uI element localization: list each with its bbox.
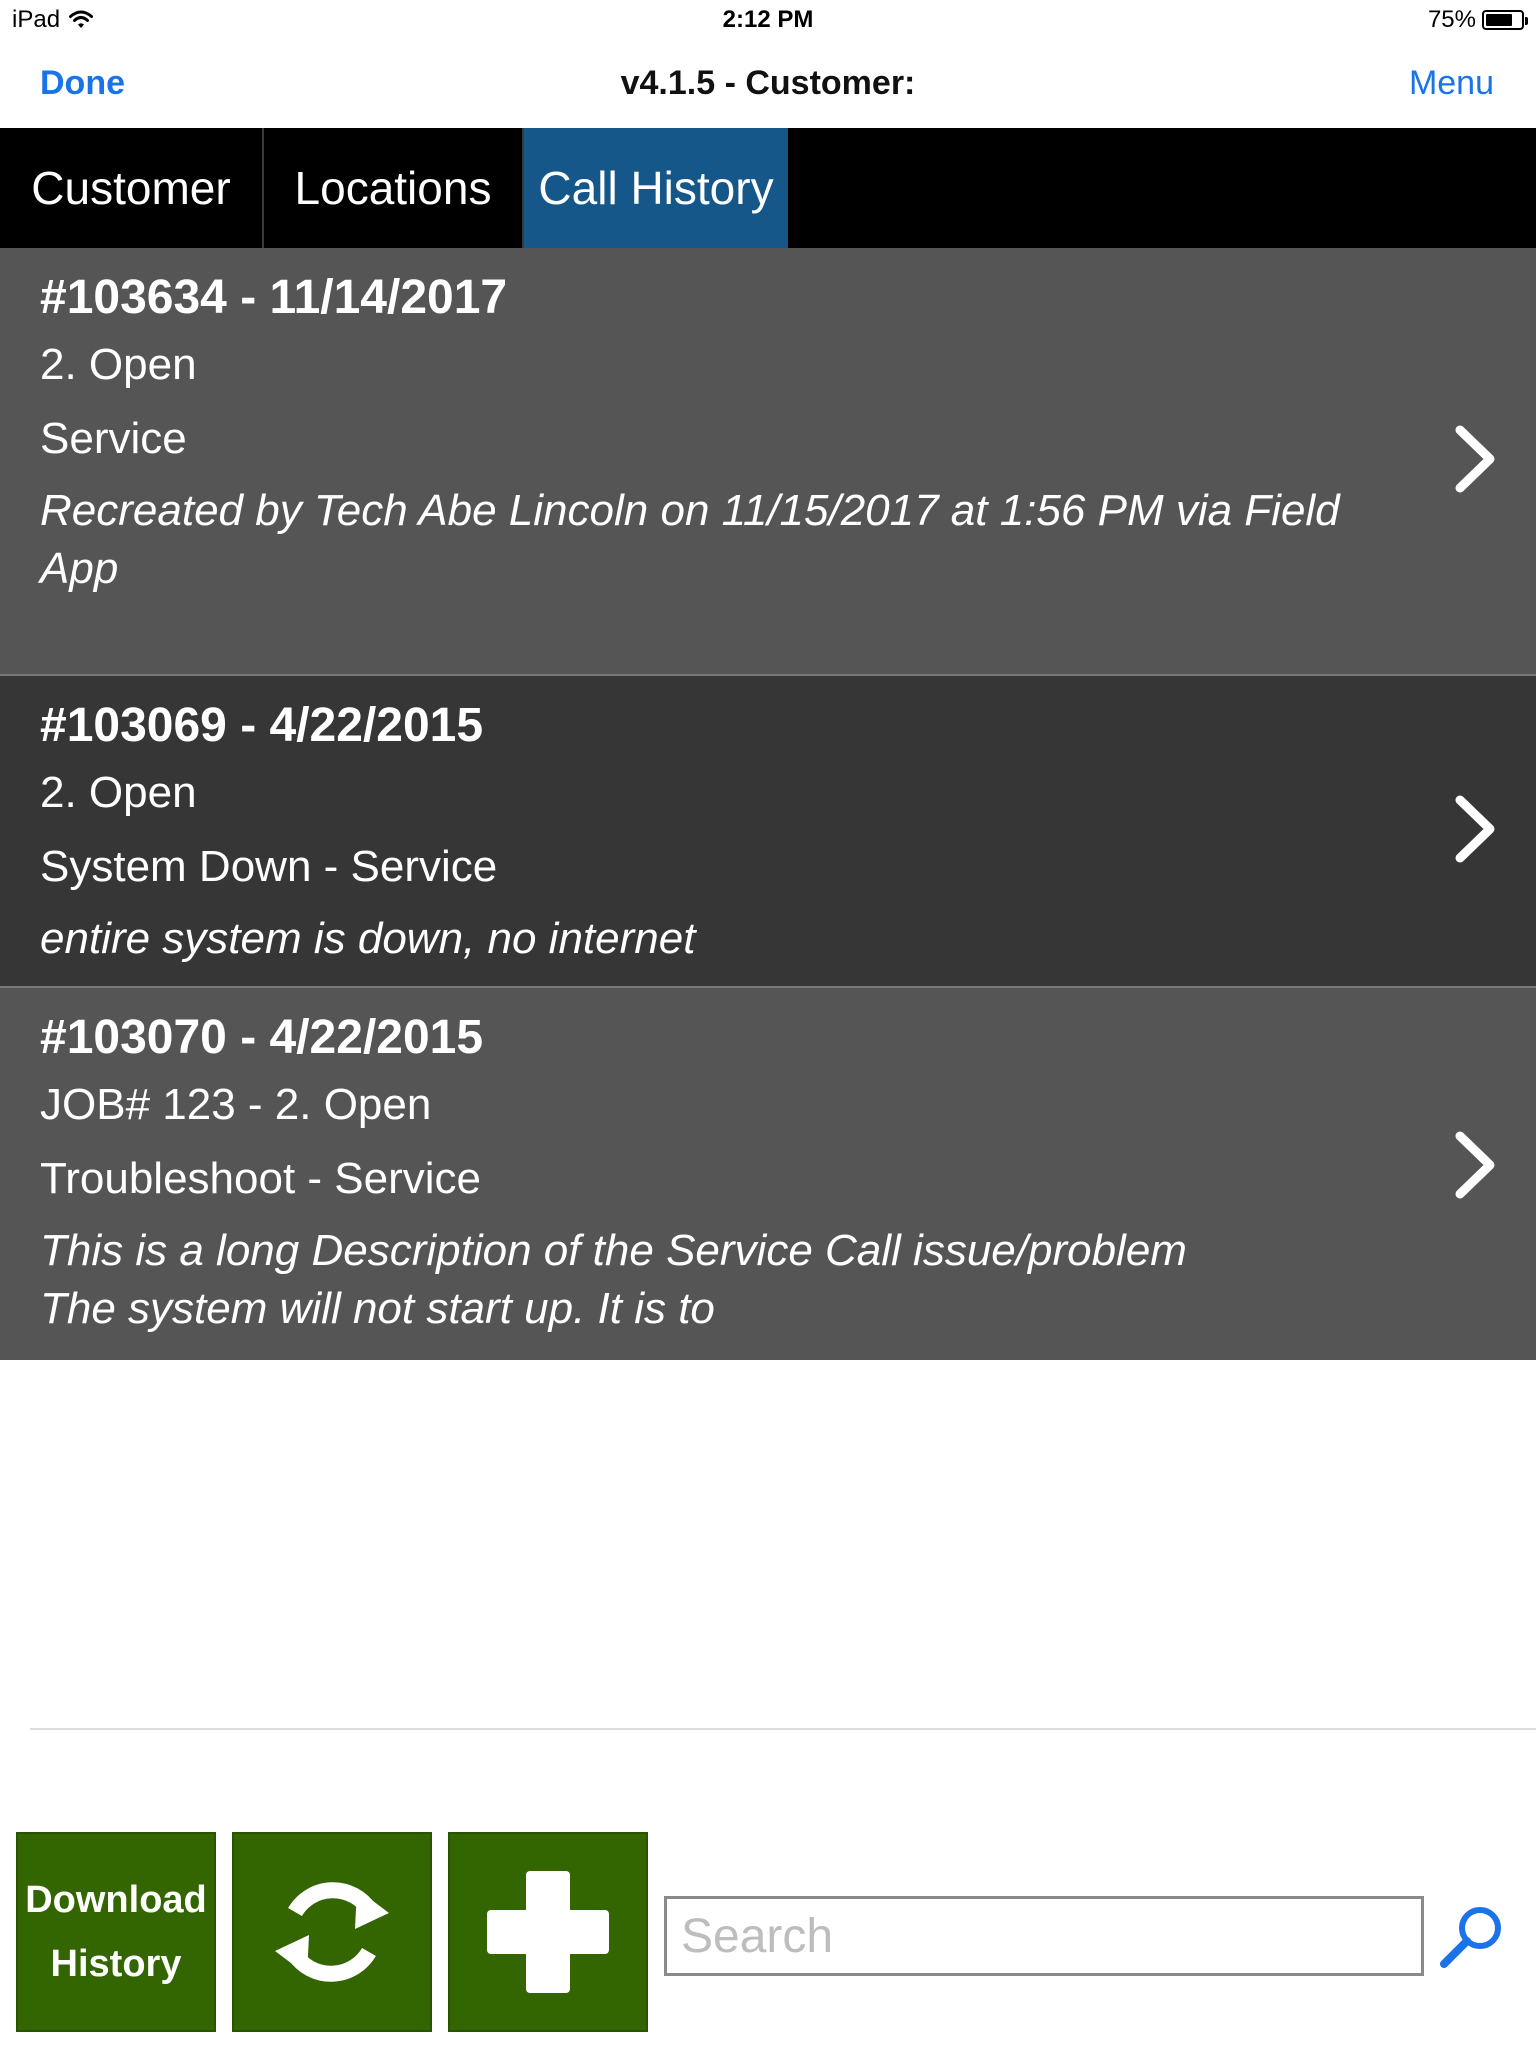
search-icon[interactable]	[1436, 1900, 1508, 1972]
navigation-bar: Done v4.1.5 - Customer: Menu	[0, 40, 1536, 128]
call-type: System Down - Service	[40, 842, 498, 891]
tab-customer[interactable]: Customer	[0, 128, 264, 248]
call-status: 2. Open	[40, 340, 197, 389]
battery-icon	[1482, 10, 1528, 30]
call-title: #103069 - 4/22/2015	[40, 699, 484, 752]
tab-locations[interactable]: Locations	[264, 128, 524, 248]
download-history-label: Download History	[25, 1868, 207, 1996]
call-status: 2. Open	[40, 768, 197, 817]
call-row[interactable]: #103070 - 4/22/2015 JOB# 123 - 2. Open T…	[0, 988, 1536, 1360]
refresh-icon	[275, 1882, 389, 1982]
chevron-right-icon	[1455, 795, 1495, 863]
tab-bar: Customer Locations Call History	[0, 128, 1536, 248]
call-title: #103634 - 11/14/2017	[40, 271, 508, 324]
call-type: Troubleshoot - Service	[40, 1154, 482, 1203]
chevron-right-icon	[1455, 425, 1495, 493]
call-row[interactable]: #103634 - 11/14/2017 2. Open Service Rec…	[0, 248, 1536, 676]
refresh-button[interactable]	[232, 1832, 432, 2032]
status-right: 75%	[1427, 6, 1528, 34]
call-type: Service	[40, 414, 187, 463]
call-history-list: #103634 - 11/14/2017 2. Open Service Rec…	[0, 248, 1536, 1360]
download-label-line2: History	[50, 1943, 182, 1985]
battery-percent: 75%	[1427, 6, 1476, 33]
download-label-line1: Download	[25, 1879, 207, 1921]
call-description: This is a long Description of the Servic…	[40, 1226, 1187, 1333]
page-title: v4.1.5 - Customer:	[620, 64, 916, 102]
add-button[interactable]	[448, 1832, 648, 2032]
bottom-toolbar: Download History	[0, 1830, 1536, 2048]
status-time: 2:12 PM	[722, 6, 814, 33]
battery-fill	[1486, 14, 1512, 26]
chevron-right-icon	[1455, 1131, 1495, 1199]
tab-call-history[interactable]: Call History	[524, 128, 788, 248]
call-description: entire system is down, no internet	[40, 914, 696, 963]
download-history-button[interactable]: Download History	[16, 1832, 216, 2032]
call-status: JOB# 123 - 2. Open	[40, 1080, 432, 1129]
divider	[30, 1728, 1536, 1730]
status-bar: iPad 2:12 PM 75%	[0, 0, 1536, 40]
call-title: #103070 - 4/22/2015	[40, 1011, 484, 1064]
call-description: Recreated by Tech Abe Lincoln on 11/15/2…	[40, 486, 1340, 593]
search-input[interactable]	[664, 1896, 1424, 1976]
call-row[interactable]: #103069 - 4/22/2015 2. Open System Down …	[0, 676, 1536, 988]
menu-button[interactable]: Menu	[1409, 64, 1494, 103]
plus-icon	[487, 1871, 609, 1993]
